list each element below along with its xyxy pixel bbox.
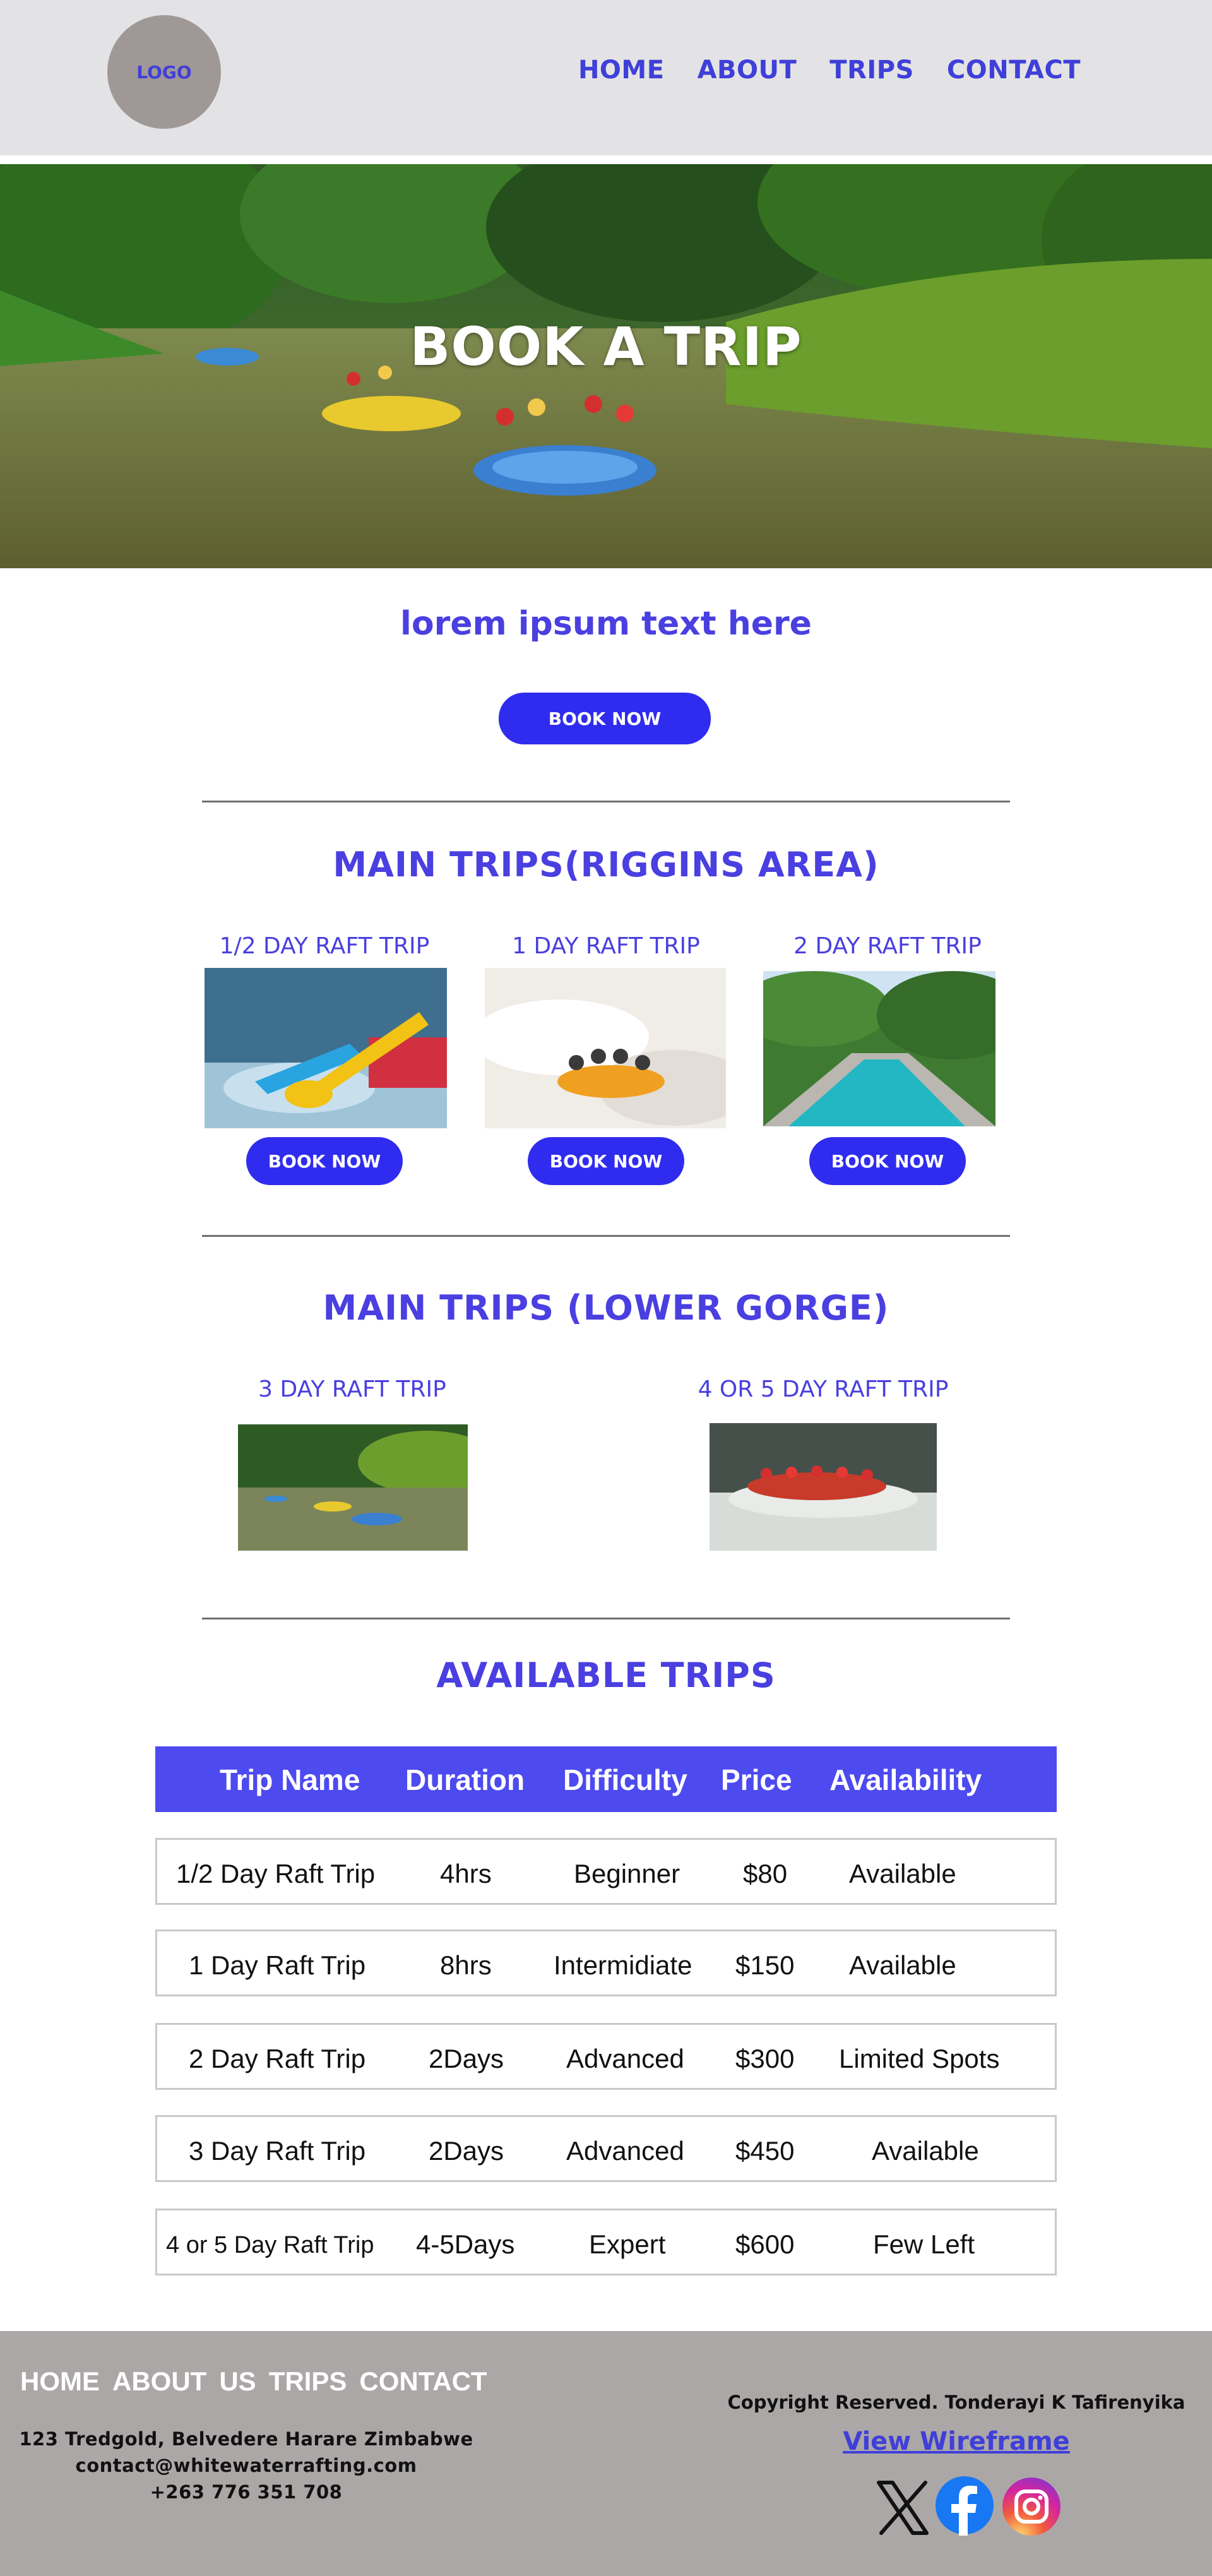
- trip-four-five-day-label: 4 OR 5 DAY RAFT TRIP: [698, 1376, 949, 1402]
- nav-home-link[interactable]: HOME: [578, 56, 665, 85]
- cell-difficulty: Advanced: [566, 2044, 684, 2073]
- col-availability: Availability: [829, 1763, 982, 1796]
- table-row: 2 Day Raft Trip 2Days Advanced $300 Limi…: [155, 2023, 1057, 2090]
- address-line: 123 Tredgold, Belvedere Harare Zimbabwe: [19, 2428, 473, 2450]
- trip-three-day-image: [238, 1424, 468, 1551]
- nav-contact-link[interactable]: CONTACT: [947, 56, 1081, 85]
- cell-availability: Few Left: [873, 2229, 975, 2259]
- col-difficulty: Difficulty: [563, 1763, 687, 1796]
- book-one-day-button[interactable]: BOOK NOW: [528, 1137, 684, 1185]
- cell-trip-name: 1 Day Raft Trip: [189, 1950, 366, 1980]
- cell-trip-name: 4 or 5 Day Raft Trip: [166, 2232, 374, 2258]
- cell-trip-name: 2 Day Raft Trip: [189, 2044, 366, 2073]
- cell-difficulty: Intermidiate: [554, 1950, 692, 1980]
- cell-duration: 2Days: [429, 2044, 504, 2073]
- riggins-section-title: MAIN TRIPS(RIGGINS AREA): [333, 845, 879, 885]
- trips-table-header: Trip Name Duration Difficulty Price Avai…: [155, 1746, 1057, 1812]
- cell-availability: Available: [849, 1950, 956, 1980]
- cell-price: $150: [735, 1950, 795, 1980]
- email-line: contact@whitewaterrafting.com: [75, 2455, 417, 2476]
- divider: [202, 1618, 1010, 1619]
- divider: [202, 801, 1010, 802]
- table-row: 1/2 Day Raft Trip 4hrs Beginner $80 Avai…: [155, 1838, 1057, 1905]
- trip-two-day-label: 2 DAY RAFT TRIP: [793, 933, 982, 959]
- cell-difficulty: Beginner: [574, 1859, 680, 1888]
- cell-duration: 4-5Days: [416, 2229, 515, 2259]
- footer-home-link[interactable]: HOME: [20, 2366, 100, 2397]
- cell-duration: 4hrs: [440, 1859, 492, 1888]
- cell-duration: 2Days: [429, 2136, 504, 2166]
- copyright: Copyright Reserved. Tonderayi K Tafireny…: [727, 2392, 1185, 2413]
- nav-trips-link[interactable]: TRIPS: [829, 56, 914, 85]
- nav-about-link[interactable]: ABOUT: [698, 56, 797, 85]
- x-icon[interactable]: [872, 2478, 933, 2538]
- trip-half-day-image: [205, 968, 447, 1128]
- gorge-section-title: MAIN TRIPS (LOWER GORGE): [323, 1288, 889, 1328]
- hero-title: BOOK A TRIP: [410, 316, 802, 378]
- site-header: LOGO HOME ABOUT TRIPS CONTACT: [0, 0, 1212, 155]
- trip-three-day-label: 3 DAY RAFT TRIP: [258, 1376, 446, 1402]
- trip-four-five-day-image: [710, 1423, 937, 1551]
- cell-price: $80: [743, 1859, 788, 1888]
- cell-price: $600: [735, 2229, 795, 2259]
- trip-two-day-image: [763, 971, 995, 1126]
- book-half-day-button[interactable]: BOOK NOW: [246, 1137, 403, 1185]
- hero-banner: BOOK A TRIP: [0, 164, 1212, 568]
- col-duration: Duration: [405, 1763, 525, 1796]
- logo[interactable]: LOGO: [107, 15, 221, 129]
- view-wireframe-link[interactable]: View Wireframe: [726, 2427, 1187, 2456]
- main-nav: HOME ABOUT TRIPS CONTACT: [578, 56, 1081, 85]
- footer-nav: HOME ABOUT US TRIPS CONTACT: [20, 2366, 487, 2397]
- footer-contact-link[interactable]: CONTACT: [359, 2366, 487, 2397]
- table-row: 4 or 5 Day Raft Trip 4-5Days Expert $600…: [155, 2209, 1057, 2275]
- cell-duration: 8hrs: [440, 1950, 492, 1980]
- col-trip-name: Trip Name: [220, 1763, 360, 1796]
- site-footer: HOME ABOUT US TRIPS CONTACT 123 Tredgold…: [0, 2331, 1212, 2576]
- cell-trip-name: 1/2 Day Raft Trip: [176, 1859, 376, 1888]
- contact-info: 123 Tredgold, Belvedere Harare Zimbabwe …: [19, 2426, 473, 2505]
- book-now-button[interactable]: BOOK NOW: [499, 693, 711, 744]
- cell-difficulty: Expert: [589, 2229, 666, 2259]
- cell-availability: Available: [872, 2136, 979, 2166]
- table-row: 3 Day Raft Trip 2Days Advanced $450 Avai…: [155, 2115, 1057, 2182]
- cell-trip-name: 3 Day Raft Trip: [189, 2136, 366, 2166]
- cell-availability: Limited Spots: [839, 2044, 1000, 2073]
- trip-half-day-label: 1/2 DAY RAFT TRIP: [219, 933, 430, 959]
- facebook-icon[interactable]: [934, 2475, 995, 2536]
- divider: [202, 1235, 1010, 1237]
- instagram-icon[interactable]: [1001, 2476, 1062, 2537]
- table-row: 1 Day Raft Trip 8hrs Intermidiate $150 A…: [155, 1929, 1057, 1996]
- trip-one-day-label: 1 DAY RAFT TRIP: [512, 933, 700, 959]
- footer-about-link[interactable]: ABOUT: [112, 2366, 206, 2397]
- cell-price: $300: [735, 2044, 795, 2073]
- available-section-title: AVAILABLE TRIPS: [436, 1655, 776, 1695]
- col-price: Price: [721, 1763, 792, 1796]
- phone-line: +263 776 351 708: [150, 2481, 343, 2503]
- trip-one-day-image: [485, 968, 726, 1128]
- footer-trips-link[interactable]: TRIPS: [269, 2366, 347, 2397]
- tagline: lorem ipsum text here: [400, 605, 812, 643]
- book-two-day-button[interactable]: BOOK NOW: [809, 1137, 966, 1185]
- cell-difficulty: Advanced: [566, 2136, 684, 2166]
- cell-price: $450: [735, 2136, 795, 2166]
- footer-us-link[interactable]: US: [219, 2366, 256, 2397]
- cell-availability: Available: [849, 1859, 956, 1888]
